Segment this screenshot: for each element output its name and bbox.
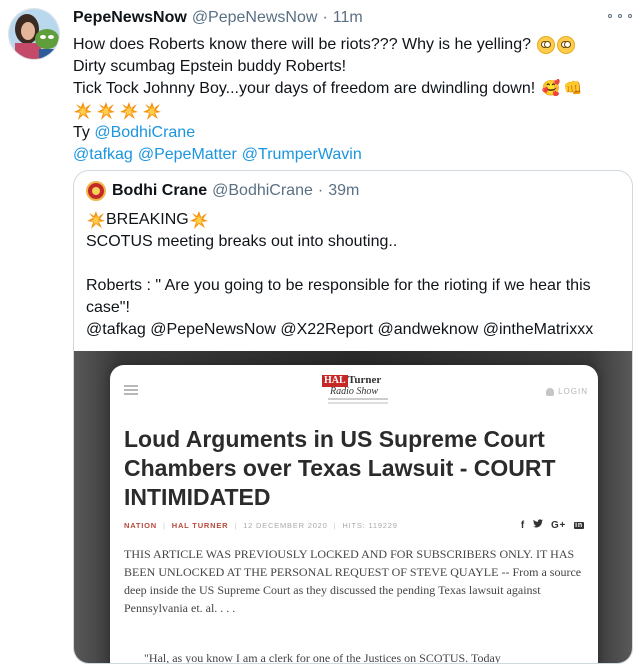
quoted-media-image[interactable]: HAL Turner Radio Show LOGIN Loud Argumen… xyxy=(74,351,632,664)
quoted-line-3b: case"! xyxy=(86,299,130,316)
tweet-line-3: Tick Tock Johnny Boy...your days of free… xyxy=(73,80,583,97)
quoted-timestamp: 39m xyxy=(328,182,360,199)
article-screenshot: HAL Turner Radio Show LOGIN Loud Argumen… xyxy=(110,365,598,664)
quoted-tweet-header: Bodhi Crane @BodhiCrane · 39m xyxy=(86,181,359,201)
tweet-line-ty: Ty @BodhiCrane xyxy=(73,122,633,144)
flushed-face-icon xyxy=(537,36,555,54)
article-meta: NATION | HAL TURNER | 12 DECEMBER 2020 |… xyxy=(124,519,584,531)
mention-link-pepematter[interactable]: @PepeMatter xyxy=(138,144,237,166)
avatar-image xyxy=(9,9,59,59)
collision-icon xyxy=(96,101,116,121)
user-handle[interactable]: @PepeNewsNow xyxy=(192,9,318,27)
hamburger-menu-icon xyxy=(124,385,138,395)
quoted-line-breaking: BREAKING xyxy=(86,209,622,231)
article-author: HAL TURNER xyxy=(171,520,229,530)
quoted-handle: @BodhiCrane xyxy=(212,182,313,199)
mention-link-tafkag[interactable]: @tafkag xyxy=(73,144,133,166)
quoted-line-3a: Roberts : " Are you going to be responsi… xyxy=(86,277,591,294)
avatar[interactable] xyxy=(8,8,60,60)
mention-link-bodhicrane[interactable]: @BodhiCrane xyxy=(94,122,195,144)
collision-icon xyxy=(73,101,93,121)
quoted-avatar xyxy=(86,181,106,201)
article-body: THIS ARTICLE WAS PREVIOUSLY LOCKED AND F… xyxy=(124,547,582,615)
share-icons: f G+ in xyxy=(521,519,584,531)
tweet-header: PepeNewsNow @PepeNewsNow · 11m xyxy=(73,9,604,31)
article-headline: Loud Arguments in US Supreme Court Chamb… xyxy=(124,426,556,510)
quoted-tweet[interactable]: Bodhi Crane @BodhiCrane · 39m BREAKING S… xyxy=(73,170,633,664)
login-link: LOGIN xyxy=(546,387,588,396)
quoted-line-mentions: @tafkag @PepeNewsNow @X22Report @andwekn… xyxy=(86,321,594,338)
article-date: 12 DECEMBER 2020 xyxy=(243,520,328,530)
article-hits: HITS: 119229 xyxy=(342,520,398,530)
more-options-icon[interactable] xyxy=(608,8,632,24)
quoted-display-name: Bodhi Crane xyxy=(112,182,208,199)
article-quote: "Hal, as you know I am a clerk for one o… xyxy=(144,651,501,664)
fist-icon: 👊 xyxy=(563,80,583,97)
tweet-text: How does Roberts know there will be riot… xyxy=(73,34,633,166)
site-logo: HAL Turner Radio Show xyxy=(322,373,402,407)
google-plus-icon: G+ xyxy=(550,519,567,531)
twitter-icon xyxy=(532,519,543,531)
article-category: NATION xyxy=(124,520,157,530)
smiling-face-hearts-icon: 🥰 xyxy=(541,80,561,97)
separator-dot: · xyxy=(317,182,324,199)
tweet[interactable]: PepeNewsNow @PepeNewsNow · 11m How does … xyxy=(0,0,644,668)
mention-link-trumperwavin[interactable]: @TrumperWavin xyxy=(242,144,362,166)
separator-dot: · xyxy=(322,9,328,26)
tweet-timestamp[interactable]: 11m xyxy=(333,9,363,27)
facebook-icon: f xyxy=(520,519,525,531)
tweet-line-2: Dirty scumbag Epstein buddy Roberts! xyxy=(73,58,347,75)
collision-icon xyxy=(86,210,106,230)
collision-icon xyxy=(119,101,139,121)
flushed-face-icon xyxy=(557,36,575,54)
collision-icon xyxy=(189,210,209,230)
tweet-line-emoji xyxy=(73,100,633,122)
tweet-line-1: How does Roberts know there will be riot… xyxy=(73,34,633,56)
display-name[interactable]: PepeNewsNow xyxy=(73,9,187,27)
quoted-tweet-text: BREAKING SCOTUS meeting breaks out into … xyxy=(86,209,622,341)
user-icon xyxy=(546,387,555,396)
linkedin-icon: in xyxy=(574,521,584,529)
quoted-line-2: SCOTUS meeting breaks out into shouting.… xyxy=(86,233,398,250)
collision-icon xyxy=(142,101,162,121)
tweet-line-mentions: @tafkag @PepeMatter @TrumperWavin xyxy=(73,144,633,166)
